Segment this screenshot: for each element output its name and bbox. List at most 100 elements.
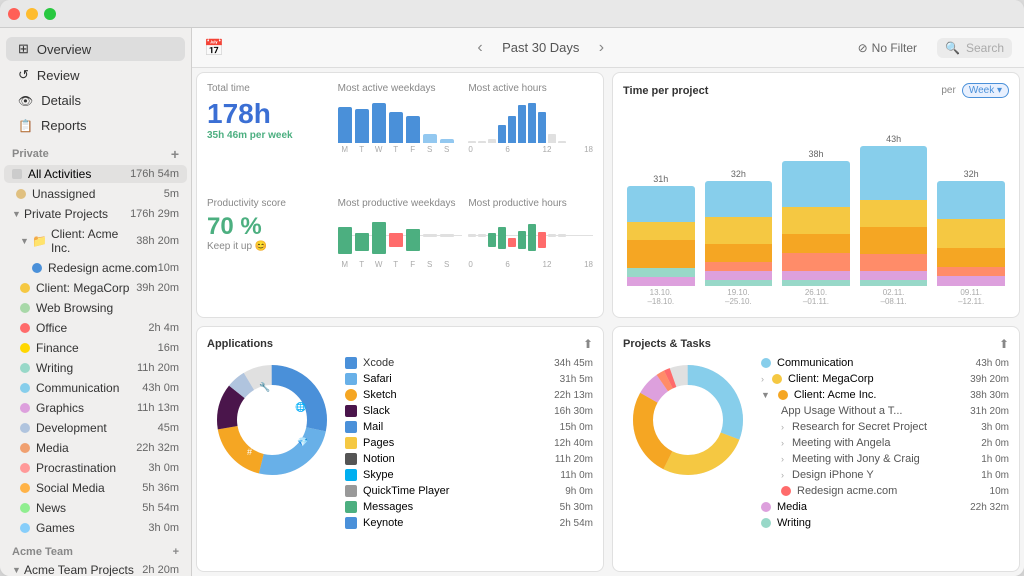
week-badge: Week ▾ (962, 83, 1009, 98)
stats-panel: Total time 178h 35h 46m per week Most ac… (196, 72, 604, 318)
private-projects-item[interactable]: ▼ Private Projects 176h 29m (4, 205, 187, 223)
list-item[interactable]: ▼ 📁 Client: Acme Inc. 38h 20m (4, 225, 187, 257)
total-time-label: Total time (207, 83, 332, 94)
next-period-button[interactable]: › (589, 36, 613, 60)
maximize-button[interactable] (44, 8, 56, 20)
bar (372, 103, 386, 144)
proj-row[interactable]: › Design iPhone Y1h 0m (761, 467, 1009, 483)
app-row[interactable]: Xcode34h 45m (345, 355, 593, 371)
productivity-score: 70 % (207, 213, 332, 241)
app-row[interactable]: Slack16h 30m (345, 403, 593, 419)
proj-row[interactable]: › Meeting with Jony & Craig1h 0m (761, 451, 1009, 467)
applications-label: Applications (207, 338, 583, 350)
reports-icon: 📋 (18, 119, 33, 133)
sidebar-item-review[interactable]: ↺ Review (6, 63, 185, 87)
list-item[interactable]: Client: MegaCorp 39h 20m (4, 279, 187, 297)
filter-icon: ⊘ (858, 41, 868, 55)
window-controls (8, 8, 56, 20)
list-item[interactable]: Social Media 5h 36m (4, 479, 187, 497)
calendar-icon[interactable]: 📅 (204, 38, 224, 58)
svg-text:💎: 💎 (297, 437, 308, 447)
list-item[interactable]: Writing 11h 20m (4, 359, 187, 377)
list-item[interactable]: Finance 16m (4, 339, 187, 357)
list-item[interactable]: Development 45m (4, 419, 187, 437)
export-icon[interactable]: ⬆ (583, 337, 593, 351)
proj-row[interactable]: Writing (761, 515, 1009, 531)
prev-period-button[interactable]: ‹ (468, 36, 492, 60)
grid-icon: ⊞ (18, 41, 29, 57)
app-row[interactable]: Sketch22h 13m (345, 387, 593, 403)
productivity-label: Productivity score (207, 198, 332, 209)
svg-text:🔧: 🔧 (259, 381, 270, 392)
list-item[interactable]: ▼ Acme Team Projects 2h 20m (4, 561, 187, 576)
applications-panel: Applications ⬆ (196, 326, 604, 572)
sidebar-item-overview[interactable]: ⊞ Overview (6, 37, 185, 61)
proj-row[interactable]: ▼ Client: Acme Inc.38h 30m (761, 387, 1009, 403)
bar (355, 109, 369, 143)
app-row[interactable]: QuickTime Player9h 0m (345, 483, 593, 499)
svg-text:🌐: 🌐 (295, 401, 306, 412)
projects-tasks-panel: Projects & Tasks ⬆ (612, 326, 1020, 572)
proj-row[interactable]: App Usage Without a T...31h 20m (761, 403, 1009, 419)
add-team-icon[interactable]: + (173, 546, 179, 558)
proj-row[interactable]: › Client: MegaCorp39h 20m (761, 371, 1009, 387)
unassigned-item[interactable]: Unassigned 5m (4, 185, 187, 203)
review-icon: ↺ (18, 67, 29, 83)
sidebar-item-reports[interactable]: 📋 Reports (6, 114, 185, 137)
period-label: Past 30 Days (502, 40, 579, 55)
search-icon: 🔍 (945, 41, 960, 55)
sidebar-item-details[interactable]: 👁 Details (6, 89, 185, 112)
per-week-value: 35h 46m per week (207, 130, 332, 141)
sidebar: ⊞ Overview ↺ Review 👁 Details 📋 Reports … (0, 28, 192, 576)
bar (406, 116, 420, 143)
close-button[interactable] (8, 8, 20, 20)
chevron-down-icon: ▼ (12, 209, 22, 219)
chevron-down-icon: ▼ (12, 565, 22, 575)
list-item[interactable]: Procrastination 3h 0m (4, 459, 187, 477)
svg-text:#: # (247, 447, 252, 457)
active-weekdays-label: Most active weekdays (338, 83, 463, 94)
list-item[interactable]: Communication 43h 0m (4, 379, 187, 397)
app-row[interactable]: Mail15h 0m (345, 419, 593, 435)
acme-team-label: Acme Team + (0, 538, 191, 560)
app-row[interactable]: Notion11h 20m (345, 451, 593, 467)
app-row[interactable]: Messages5h 30m (345, 499, 593, 515)
projects-tasks-label: Projects & Tasks (623, 338, 999, 350)
proj-row[interactable]: Media22h 32m (761, 499, 1009, 515)
app-row[interactable]: Skype11h 0m (345, 467, 593, 483)
private-section-label: Private + (0, 138, 191, 164)
list-item[interactable]: Redesign acme.com 10m (4, 259, 187, 277)
proj-row[interactable]: › Meeting with Angela2h 0m (761, 435, 1009, 451)
projects-donut-chart (623, 355, 753, 561)
productive-weekdays-label: Most productive weekdays (338, 198, 463, 209)
all-activities-item[interactable]: All Activities 176h 54m (4, 165, 187, 183)
list-item[interactable]: Media 22h 32m (4, 439, 187, 457)
app-row[interactable]: Pages12h 40m (345, 435, 593, 451)
add-private-icon[interactable]: + (171, 146, 179, 162)
keep-label: Keep it up 😊 (207, 241, 332, 252)
bar (440, 139, 454, 144)
apps-donut-chart: 🔧 🌐 💎 # (207, 355, 337, 561)
project-list: Communication43h 0m › Client: MegaCorp39… (761, 355, 1009, 561)
minimize-button[interactable] (26, 8, 38, 20)
app-row[interactable]: Keynote2h 54m (345, 515, 593, 531)
search-box[interactable]: 🔍 Search (937, 38, 1012, 58)
app-list: Xcode34h 45m Safari31h 5m Sketch22h 13m (345, 355, 593, 561)
list-item[interactable]: Games 3h 0m (4, 519, 187, 537)
list-item[interactable]: Office 2h 4m (4, 319, 187, 337)
proj-row[interactable]: Communication43h 0m (761, 355, 1009, 371)
per-label: per (941, 85, 955, 96)
list-item[interactable]: Graphics 11h 13m (4, 399, 187, 417)
app-row[interactable]: Safari31h 5m (345, 371, 593, 387)
productive-hours-label: Most productive hours (468, 198, 593, 209)
eye-icon: 👁 (18, 94, 33, 108)
time-per-project-panel: Time per project per Week ▾ 31h (612, 72, 1020, 318)
proj-row[interactable]: Redesign acme.com10m (761, 483, 1009, 499)
list-item[interactable]: News 5h 54m (4, 499, 187, 517)
chevron-down-icon: ▼ (20, 236, 30, 246)
export-icon[interactable]: ⬆ (999, 337, 1009, 351)
proj-row[interactable]: › Research for Secret Project3h 0m (761, 419, 1009, 435)
bar (423, 134, 437, 143)
topbar: 📅 ‹ Past 30 Days › ⊘ No Filter 🔍 Search (192, 28, 1024, 68)
list-item[interactable]: Web Browsing (4, 299, 187, 317)
